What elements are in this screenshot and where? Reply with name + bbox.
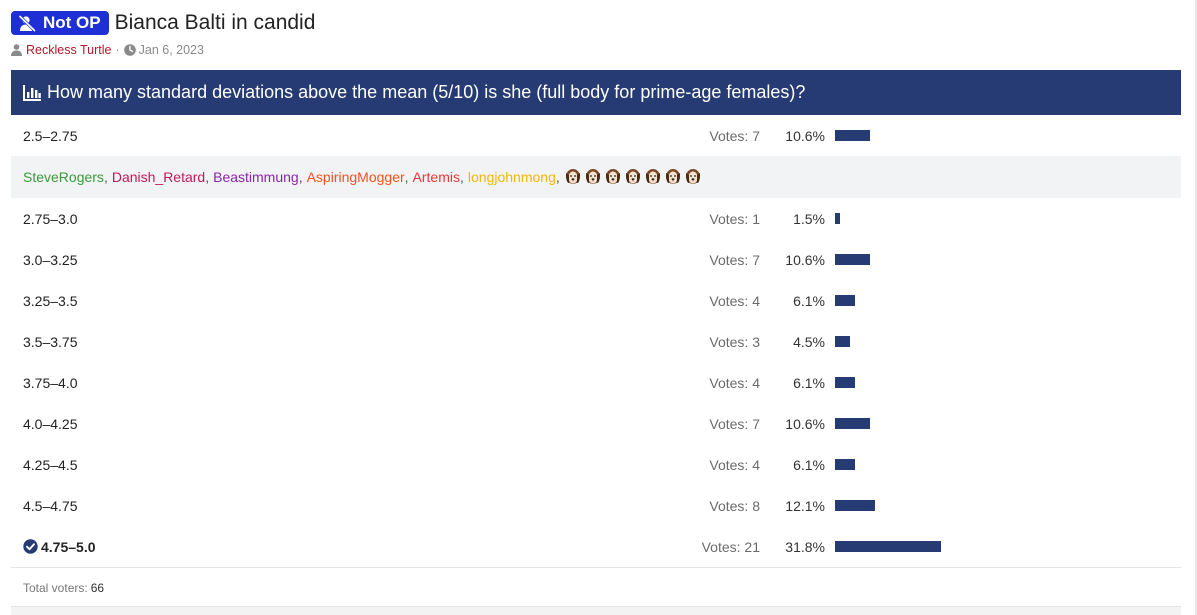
poll-option-label: 4.75–5.0 xyxy=(23,539,96,555)
voter-separator: , xyxy=(298,169,303,185)
poll-option-percent: 4.5% xyxy=(793,333,825,350)
dog-face-icon xyxy=(565,168,580,184)
poll-option-label: 4.5–4.75 xyxy=(23,497,78,514)
voters-list: SteveRogers, Danish_Retard, Beastimmung,… xyxy=(11,156,1181,198)
voter-separator: , xyxy=(103,169,108,185)
poll-option-label: 2.75–3.0 xyxy=(23,210,78,227)
poll-option-bar xyxy=(835,377,855,388)
check-circle-icon xyxy=(23,539,38,554)
prefix-label: Not OP xyxy=(43,13,101,32)
poll-option-percent: 31.8% xyxy=(785,538,825,555)
thread-header: Not OP Bianca Balti in candid Reckless T… xyxy=(11,9,1183,69)
poll-option-row: 4.0–4.25 Votes: 7 10.6% xyxy=(11,403,1181,444)
poll-option-votes[interactable]: Votes: 7 xyxy=(709,252,760,268)
poll-option-votes[interactable]: Votes: 1 xyxy=(709,211,760,227)
poll-option-bar xyxy=(835,295,855,306)
poll-footer: Total voters: 66 xyxy=(11,567,1181,607)
selected-option-text: 4.75–5.0 xyxy=(41,538,96,555)
voter-link[interactable]: Beastimmung xyxy=(213,169,299,185)
poll-option-row: 4.5–4.75 Votes: 8 12.1% xyxy=(11,485,1181,526)
poll-option-votes[interactable]: Votes: 3 xyxy=(709,334,760,350)
poll-option-percent: 10.6% xyxy=(785,415,825,432)
poll-option-percent: 6.1% xyxy=(793,374,825,391)
poll-option-row: 3.5–3.75 Votes: 3 4.5% xyxy=(11,321,1181,362)
dog-face-icon xyxy=(585,168,600,184)
poll-option-votes[interactable]: Votes: 4 xyxy=(709,375,760,391)
voter-separator: , xyxy=(555,169,560,185)
dog-face-icon xyxy=(605,168,620,184)
dog-face-icon xyxy=(625,168,640,184)
poll-option-votes[interactable]: Votes: 21 xyxy=(702,539,760,555)
poll-option-row: 2.5–2.75 Votes: 7 10.6% xyxy=(11,115,1181,156)
poll-option-percent: 1.5% xyxy=(793,210,825,227)
thread-meta: Reckless Turtle · Jan 6, 2023 xyxy=(11,43,1183,57)
voter-separator: , xyxy=(404,169,409,185)
total-voters-label: Total voters: xyxy=(23,580,88,595)
poll-option-bar xyxy=(835,254,870,265)
voter-link[interactable]: Artemis xyxy=(413,169,460,185)
poll-option-label: 3.75–4.0 xyxy=(23,374,78,391)
poll-option-bar xyxy=(835,213,840,224)
poll-block: How many standard deviations above the m… xyxy=(11,70,1181,607)
poll-option-bar xyxy=(835,459,855,470)
poll-option-bar xyxy=(835,500,875,511)
poll-option-row: 3.25–3.5 Votes: 4 6.1% xyxy=(11,280,1181,321)
meta-separator: · xyxy=(115,43,120,57)
poll-option-row: 2.75–3.0 Votes: 1 1.5% xyxy=(11,198,1181,239)
poll-option-votes[interactable]: Votes: 4 xyxy=(709,457,760,473)
total-voters-count: 66 xyxy=(90,580,105,595)
clock-icon xyxy=(123,44,136,56)
poll-option-label: 4.0–4.25 xyxy=(23,415,78,432)
poll-option-votes[interactable]: Votes: 8 xyxy=(709,498,760,514)
bottom-divider xyxy=(11,606,1181,615)
poll-option-label: 2.5–2.75 xyxy=(23,127,78,144)
poll-option-row-selected: 4.75–5.0 Votes: 21 31.8% xyxy=(11,526,1181,567)
poll-option-bar xyxy=(835,336,850,347)
poll-header: How many standard deviations above the m… xyxy=(11,70,1181,115)
poll-option-votes[interactable]: Votes: 4 xyxy=(709,293,760,309)
poll-option-percent: 6.1% xyxy=(793,456,825,473)
poll-option-label: 3.0–3.25 xyxy=(23,251,78,268)
voter-link[interactable]: Danish_Retard xyxy=(112,169,205,185)
voter-link[interactable]: longjohnmong xyxy=(468,169,556,185)
voter-separator: , xyxy=(460,169,464,185)
post-date[interactable]: Jan 6, 2023 xyxy=(139,43,204,57)
thread-title: Bianca Balti in candid xyxy=(114,11,316,34)
poll-chart-icon xyxy=(23,84,41,101)
poll-option-bar xyxy=(835,541,941,552)
poll-option-percent: 10.6% xyxy=(785,127,825,144)
poll-option-percent: 6.1% xyxy=(793,292,825,309)
not-op-icon xyxy=(18,14,37,32)
author-link[interactable]: Reckless Turtle xyxy=(26,43,111,57)
poll-question: How many standard deviations above the m… xyxy=(47,82,806,102)
poll-option-votes[interactable]: Votes: 7 xyxy=(709,128,760,144)
poll-option-votes[interactable]: Votes: 7 xyxy=(709,416,760,432)
dog-face-icon xyxy=(685,168,700,184)
poll-option-row: 3.75–4.0 Votes: 4 6.1% xyxy=(11,362,1181,403)
title-row: Not OP Bianca Balti in candid xyxy=(11,9,1183,37)
poll-option-bar xyxy=(835,130,870,141)
dog-face-icon xyxy=(645,168,660,184)
poll-option-row: 3.0–3.25 Votes: 7 10.6% xyxy=(11,239,1181,280)
poll-option-label: 3.25–3.5 xyxy=(23,292,78,309)
dog-face-icon xyxy=(665,168,680,184)
poll-option-bar xyxy=(835,418,870,429)
poll-option-row: 4.25–4.5 Votes: 4 6.1% xyxy=(11,444,1181,485)
voter-link[interactable]: AspiringMogger xyxy=(307,169,405,185)
user-icon xyxy=(11,44,22,56)
anonymous-voters xyxy=(564,167,704,188)
voter-link[interactable]: SteveRogers xyxy=(23,169,104,185)
poll-option-percent: 12.1% xyxy=(785,497,825,514)
poll-option-percent: 10.6% xyxy=(785,251,825,268)
poll-option-label: 3.5–3.75 xyxy=(23,333,78,350)
voter-separator: , xyxy=(205,169,210,185)
poll-option-label: 4.25–4.5 xyxy=(23,456,78,473)
prefix-badge[interactable]: Not OP xyxy=(11,11,109,35)
